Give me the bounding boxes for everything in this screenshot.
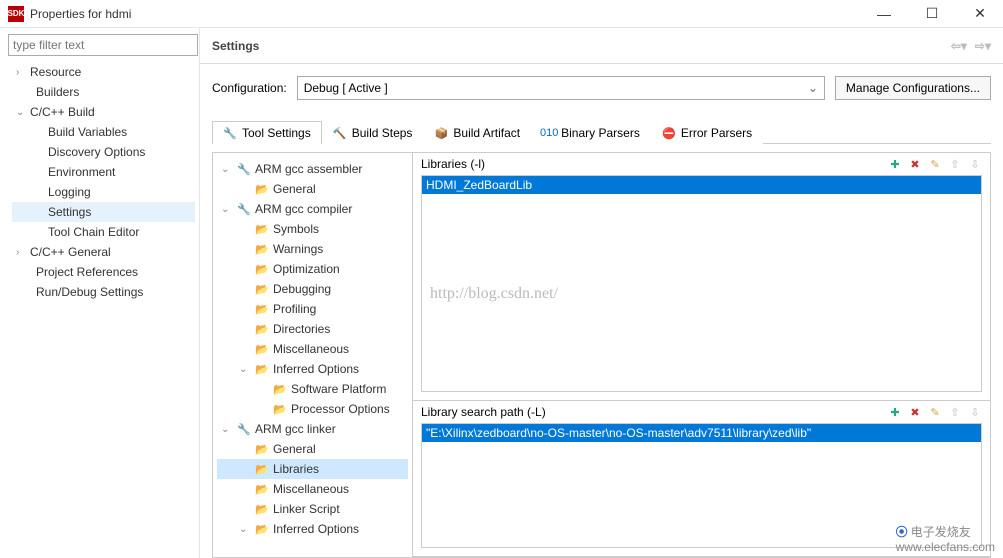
close-button[interactable]: ✕ [965,5,995,22]
window-title: Properties for hdmi [30,7,869,21]
footer-watermark: ⦿ 电子发烧友 www.elecfans.com [896,523,995,554]
down-icon[interactable]: ⇩ [968,157,982,171]
tool-tree-general[interactable]: 📂General [217,179,408,199]
filter-input[interactable] [8,34,198,56]
nav-item-settings[interactable]: Settings [12,202,195,222]
tool-tree-miscellaneous[interactable]: 📂Miscellaneous [217,339,408,359]
delete-icon[interactable]: ✖ [908,405,922,419]
up-icon[interactable]: ⇧ [948,405,962,419]
nav-item-tool-chain-editor[interactable]: Tool Chain Editor [12,222,195,242]
nav-item-builders[interactable]: Builders [12,82,195,102]
tab-build-artifact[interactable]: 📦Build Artifact [423,121,531,144]
tab-build-steps[interactable]: 🔨Build Steps [322,121,424,144]
nav-tree: ›ResourceBuilders⌄C/C++ BuildBuild Varia… [4,62,195,302]
minimize-button[interactable]: — [869,6,899,22]
app-icon: SDK [8,6,24,22]
tool-tree-arm-gcc-assembler[interactable]: ⌄🔧ARM gcc assembler [217,159,408,179]
config-select[interactable]: Debug [ Active ] ⌄ [297,76,825,100]
nav-item-run-debug-settings[interactable]: Run/Debug Settings [12,282,195,302]
tool-tree: ⌄🔧ARM gcc assembler📂General⌄🔧ARM gcc com… [213,153,413,557]
tool-tree-software-platform[interactable]: 📂Software Platform [217,379,408,399]
add-icon[interactable]: ✚ [888,157,902,171]
tool-tree-processor-options[interactable]: 📂Processor Options [217,399,408,419]
libraries-list[interactable]: HDMI_ZedBoardLib [421,175,982,392]
tab-tool-settings[interactable]: 🔧Tool Settings [212,121,322,144]
left-sidebar: ›ResourceBuilders⌄C/C++ BuildBuild Varia… [0,28,200,558]
nav-item-project-references[interactable]: Project References [12,262,195,282]
tab-error-parsers[interactable]: ⛔Error Parsers [651,121,763,144]
down-icon[interactable]: ⇩ [968,405,982,419]
tool-tree-general[interactable]: 📂General [217,439,408,459]
tool-tree-miscellaneous[interactable]: 📂Miscellaneous [217,479,408,499]
nav-item-build-variables[interactable]: Build Variables [12,122,195,142]
tool-tree-inferred-options[interactable]: ⌄📂Inferred Options [217,519,408,539]
delete-icon[interactable]: ✖ [908,157,922,171]
nav-item-c-c-build[interactable]: ⌄C/C++ Build [12,102,195,122]
nav-item-environment[interactable]: Environment [12,162,195,182]
tool-tree-arm-gcc-linker[interactable]: ⌄🔧ARM gcc linker [217,419,408,439]
nav-item-resource[interactable]: ›Resource [12,62,195,82]
nav-back-icon[interactable]: ⇦▾ [951,39,967,53]
path-item[interactable]: "E:\Xilinx\zedboard\no-OS-master\no-OS-m… [422,424,981,442]
edit-icon[interactable]: ✎ [928,157,942,171]
tool-tree-inferred-options[interactable]: ⌄📂Inferred Options [217,359,408,379]
library-item[interactable]: HDMI_ZedBoardLib [422,176,981,194]
tab-binary-parsers[interactable]: 010Binary Parsers [531,121,651,144]
tool-tree-debugging[interactable]: 📂Debugging [217,279,408,299]
tool-tree-libraries[interactable]: 📂Libraries [217,459,408,479]
maximize-button[interactable]: ☐ [917,5,947,22]
page-title: Settings [212,39,951,53]
tool-tree-profiling[interactable]: 📂Profiling [217,299,408,319]
nav-item-c-c-general[interactable]: ›C/C++ General [12,242,195,262]
titlebar: SDK Properties for hdmi — ☐ ✕ [0,0,1003,28]
tool-tree-optimization[interactable]: 📂Optimization [217,259,408,279]
tool-tree-directories[interactable]: 📂Directories [217,319,408,339]
tab-bar: 🔧Tool Settings🔨Build Steps📦Build Artifac… [212,120,991,144]
tool-tree-linker-script[interactable]: 📂Linker Script [217,499,408,519]
libraries-label: Libraries (-l) [421,157,485,171]
search-path-label: Library search path (-L) [421,405,546,419]
nav-fwd-icon[interactable]: ⇨▾ [975,39,991,53]
config-label: Configuration: [212,81,287,95]
manage-config-button[interactable]: Manage Configurations... [835,76,991,100]
add-icon[interactable]: ✚ [888,405,902,419]
edit-icon[interactable]: ✎ [928,405,942,419]
tool-tree-warnings[interactable]: 📂Warnings [217,239,408,259]
up-icon[interactable]: ⇧ [948,157,962,171]
tool-tree-symbols[interactable]: 📂Symbols [217,219,408,239]
chevron-down-icon: ⌄ [808,81,818,95]
config-value: Debug [ Active ] [304,81,388,95]
nav-item-logging[interactable]: Logging [12,182,195,202]
nav-item-discovery-options[interactable]: Discovery Options [12,142,195,162]
tool-tree-arm-gcc-compiler[interactable]: ⌄🔧ARM gcc compiler [217,199,408,219]
